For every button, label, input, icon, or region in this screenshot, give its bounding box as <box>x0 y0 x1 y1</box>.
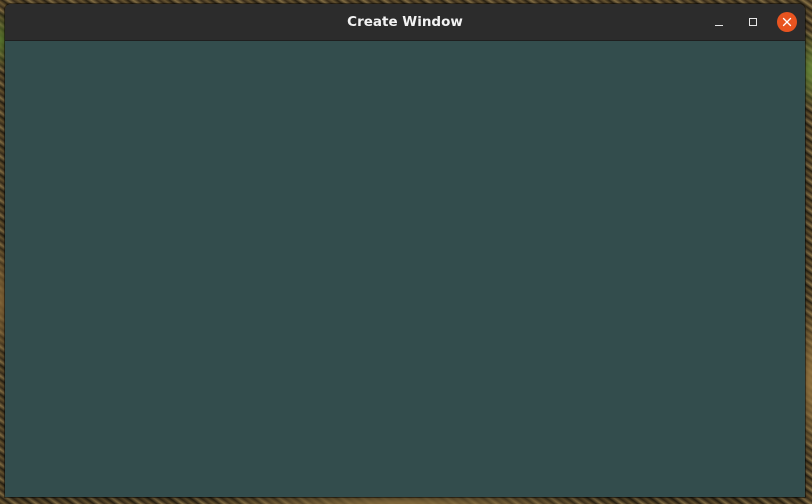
minimize-button[interactable] <box>709 12 729 32</box>
close-button[interactable] <box>777 12 797 32</box>
window-content <box>5 41 805 497</box>
maximize-icon <box>749 18 757 26</box>
app-window: Create Window <box>5 4 805 497</box>
minimize-icon <box>715 24 723 26</box>
window-title: Create Window <box>347 14 463 30</box>
maximize-button[interactable] <box>743 12 763 32</box>
title-bar[interactable]: Create Window <box>5 4 805 41</box>
close-icon <box>782 17 792 27</box>
